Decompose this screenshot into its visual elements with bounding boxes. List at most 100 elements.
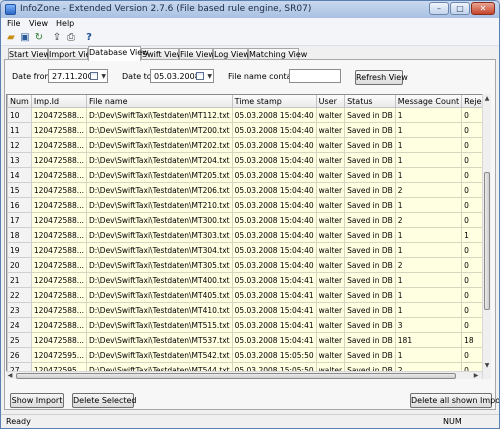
tab-database-view[interactable]: Database View: [88, 46, 149, 61]
app-icon: [5, 4, 16, 15]
table-row[interactable]: 11 120472588... D:\Dev\SwiftTaxi\Testdaten…: [7, 122, 485, 138]
table-cell: 120472588...: [30, 197, 87, 213]
table-cell: 120472588...: [30, 122, 87, 138]
table-cell: 23: [7, 302, 32, 318]
table-row[interactable]: 22 120472588... D:\Dev\SwiftTaxi\Testdaten…: [7, 287, 485, 303]
table-cell: Saved in DB: [344, 137, 396, 153]
table-cell: 1: [394, 122, 463, 138]
table-cell: D:\Dev\SwiftTaxi\Testdaten\MT112.txt: [85, 107, 233, 123]
delete-all-shown-imports-button[interactable]: Delete all shown Imports: [410, 393, 499, 408]
vertical-scrollbar[interactable]: ▲ ▼: [482, 94, 491, 379]
table-row[interactable]: 19 120472588... D:\Dev\SwiftTaxi\Testdaten…: [7, 242, 485, 258]
table-cell: 05.03.2008 15:04:41: [231, 287, 317, 303]
table-cell: 3: [394, 317, 463, 333]
table-cell: 05.03.2008 15:04:41: [231, 317, 317, 333]
table-cell: 120472588...: [30, 272, 87, 288]
table-row[interactable]: 18 120472588... D:\Dev\SwiftTaxi\Testdaten…: [7, 227, 485, 243]
date-from-picker[interactable]: 27.11.2007 ▼: [48, 69, 108, 83]
table-cell: walter: [315, 272, 346, 288]
table-cell: Saved in DB: [344, 317, 396, 333]
menu-view[interactable]: View: [29, 19, 48, 28]
horizontal-scroll-thumb[interactable]: [16, 373, 456, 379]
table-row[interactable]: 14 120472588... D:\Dev\SwiftTaxi\Testdaten…: [7, 167, 485, 183]
date-to-picker[interactable]: 05.03.2008 ▼: [150, 69, 214, 83]
column-header-file-name[interactable]: File name: [85, 95, 233, 108]
column-header-time-stamp[interactable]: Time stamp: [231, 95, 317, 108]
table-cell: 26: [7, 347, 32, 363]
table-cell: D:\Dev\SwiftTaxi\Testdaten\MT200.txt: [85, 122, 233, 138]
table-cell: 2: [394, 182, 463, 198]
table-row[interactable]: 26 120472595... D:\Dev\SwiftTaxi\Testdaten…: [7, 347, 485, 363]
table-cell: D:\Dev\SwiftTaxi\Testdaten\MT305.txt: [85, 257, 233, 273]
table-row[interactable]: 17 120472588... D:\Dev\SwiftTaxi\Testdaten…: [7, 212, 485, 228]
table-cell: walter: [315, 182, 346, 198]
print-icon[interactable]: ⎙: [65, 32, 77, 44]
table-row[interactable]: 24 120472588... D:\Dev\SwiftTaxi\Testdaten…: [7, 317, 485, 333]
table-row[interactable]: 10 120472588... D:\Dev\SwiftTaxi\Testdaten…: [7, 107, 485, 123]
table-cell: 10: [7, 107, 32, 123]
menu-file[interactable]: File: [7, 19, 20, 28]
menu-bar: File View Help: [1, 18, 499, 31]
column-header-num[interactable]: Num: [7, 95, 32, 108]
scroll-up-icon[interactable]: ▲: [483, 94, 491, 103]
table-cell: 05.03.2008 15:04:40: [231, 167, 317, 183]
table-cell: 22: [7, 287, 32, 303]
column-header-status[interactable]: Status: [344, 95, 396, 108]
delete-selected-button[interactable]: Delete Selected: [72, 393, 137, 408]
table-cell: 2: [394, 257, 463, 273]
table-cell: D:\Dev\SwiftTaxi\Testdaten\MT537.txt: [85, 332, 233, 348]
status-text: Ready: [6, 417, 31, 426]
table-cell: D:\Dev\SwiftTaxi\Testdaten\MT303.txt: [85, 227, 233, 243]
maximize-button[interactable]: □: [450, 2, 470, 15]
table-cell: 05.03.2008 15:04:40: [231, 182, 317, 198]
table-cell: 11: [7, 122, 32, 138]
table-cell: walter: [315, 137, 346, 153]
scroll-right-icon[interactable]: ▶: [472, 372, 480, 380]
horizontal-scrollbar[interactable]: ◀ ▶: [6, 371, 482, 379]
table-row[interactable]: 12 120472588... D:\Dev\SwiftTaxi\Testdaten…: [7, 137, 485, 153]
table-cell: Saved in DB: [344, 167, 396, 183]
table-row[interactable]: 15 120472588... D:\Dev\SwiftTaxi\Testdaten…: [7, 182, 485, 198]
column-header-user[interactable]: User: [315, 95, 346, 108]
table-row[interactable]: 21 120472588... D:\Dev\SwiftTaxi\Testdaten…: [7, 272, 485, 288]
table-cell: Saved in DB: [344, 212, 396, 228]
table-row[interactable]: 25 120472588... D:\Dev\SwiftTaxi\Testdaten…: [7, 332, 485, 348]
calendar-icon: [196, 72, 204, 80]
table-cell: 05.03.2008 15:04:41: [231, 272, 317, 288]
table-cell: Saved in DB: [344, 302, 396, 318]
table-row[interactable]: 20 120472588... D:\Dev\SwiftTaxi\Testdaten…: [7, 257, 485, 273]
table-cell: 14: [7, 167, 32, 183]
table-row[interactable]: 23 120472588... D:\Dev\SwiftTaxi\Testdaten…: [7, 302, 485, 318]
save-icon[interactable]: ▣: [19, 32, 31, 44]
close-button[interactable]: ✕: [471, 2, 495, 15]
table-cell: walter: [315, 197, 346, 213]
refresh-icon[interactable]: ↻: [33, 32, 45, 44]
table-cell: 13: [7, 152, 32, 168]
table-cell: 21: [7, 272, 32, 288]
scroll-left-icon[interactable]: ◀: [6, 372, 14, 380]
vertical-scroll-thumb[interactable]: [484, 172, 490, 310]
show-import-button[interactable]: Show Import: [10, 393, 64, 408]
column-header-message-count[interactable]: Message Count: [394, 95, 463, 108]
calendar-icon: [90, 72, 98, 80]
imports-table[interactable]: Num Imp.Id File name Time stamp User Status Me…: [6, 94, 486, 379]
table-cell: D:\Dev\SwiftTaxi\Testdaten\MT405.txt: [85, 287, 233, 303]
table-cell: 05.03.2008 15:04:40: [231, 242, 317, 258]
table-row[interactable]: 16 120472588... D:\Dev\SwiftTaxi\Testdaten…: [7, 197, 485, 213]
minimize-button[interactable]: –: [429, 2, 449, 15]
open-folder-icon[interactable]: ▰: [5, 32, 17, 44]
table-cell: 12: [7, 137, 32, 153]
export-icon[interactable]: ⇪: [51, 32, 63, 44]
column-header-imp-id[interactable]: Imp.Id: [30, 95, 87, 108]
scroll-down-icon[interactable]: ▼: [483, 361, 491, 370]
file-name-input[interactable]: [289, 69, 341, 83]
table-cell: Saved in DB: [344, 197, 396, 213]
table-cell: 05.03.2008 15:05:50: [231, 347, 317, 363]
help-icon[interactable]: ?: [83, 32, 95, 44]
app-window: InfoZone - Extended Version 2.7.6 (File …: [0, 0, 500, 429]
table-row[interactable]: 13 120472588... D:\Dev\SwiftTaxi\Testdaten…: [7, 152, 485, 168]
menu-help[interactable]: Help: [56, 19, 74, 28]
table-cell: Saved in DB: [344, 347, 396, 363]
title-bar[interactable]: InfoZone - Extended Version 2.7.6 (File …: [1, 1, 499, 19]
refresh-view-button[interactable]: Refresh View: [355, 70, 408, 85]
